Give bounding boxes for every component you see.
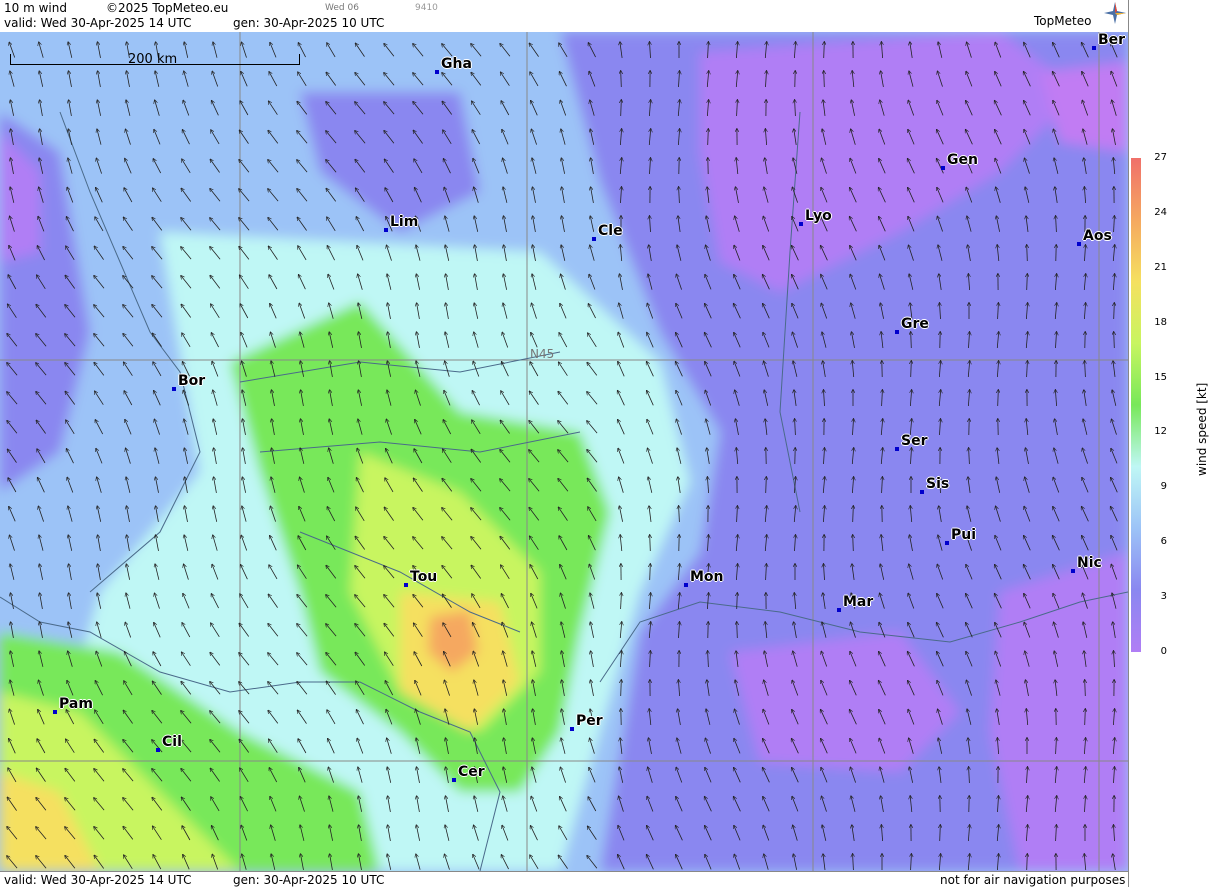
latitude-label: N45	[530, 347, 554, 361]
legend-panel: 27 24 21 18 15 12 9 6 3 0 wind speed [kt]	[1128, 0, 1219, 887]
city-dot-icon	[895, 447, 899, 451]
color-scale-bar	[1131, 158, 1141, 652]
city-label: Gen	[947, 152, 978, 168]
valid-time: valid: Wed 30-Apr-2025 14 UTC	[4, 16, 191, 30]
city-label: Ber	[1098, 32, 1125, 48]
city-label: Cle	[598, 223, 623, 239]
city-dot-icon	[156, 748, 160, 752]
city-dot-icon	[1077, 242, 1081, 246]
legend-tick-label: 24	[1141, 207, 1167, 218]
city-dot-icon	[895, 330, 899, 334]
legend-tick-label: 27	[1141, 152, 1167, 163]
city-label: Aos	[1083, 228, 1112, 244]
city-dot-icon	[941, 166, 945, 170]
copyright: ©2025 TopMeteo.eu	[106, 1, 228, 15]
city-label: Gre	[901, 316, 929, 332]
city-label: Ser	[901, 433, 927, 449]
compass-logo-icon	[1104, 2, 1126, 24]
city-dot-icon	[435, 70, 439, 74]
city-label: Gha	[441, 56, 472, 72]
city-dot-icon	[384, 228, 388, 232]
city-dot-icon	[1092, 46, 1096, 50]
city-label: Nic	[1077, 555, 1102, 571]
city-label: Sis	[926, 476, 949, 492]
city-dot-icon	[920, 490, 924, 494]
legend-unit: wind speed [kt]	[1195, 383, 1209, 476]
legend-tick-label: 6	[1141, 536, 1167, 547]
city-label: Bor	[178, 373, 205, 389]
city-label: Tou	[410, 569, 437, 585]
city-dot-icon	[592, 237, 596, 241]
footer-gen: gen: 30-Apr-2025 10 UTC	[233, 873, 384, 887]
legend-tick-label: 12	[1141, 426, 1167, 437]
day-tab: Wed 06	[325, 3, 359, 13]
city-label: Pui	[951, 527, 976, 543]
footer-valid: valid: Wed 30-Apr-2025 14 UTC	[4, 873, 191, 887]
legend-tick-label: 21	[1141, 262, 1167, 273]
legend-tick-label: 0	[1141, 646, 1167, 657]
city-label: Mar	[843, 594, 873, 610]
map-header: 10 m wind ©2025 TopMeteo.eu Wed 06 9410 …	[0, 0, 1128, 33]
city-label: Cer	[458, 764, 485, 780]
city-dot-icon	[452, 778, 456, 782]
city-label: Per	[576, 713, 603, 729]
city-dot-icon	[799, 222, 803, 226]
wind-map[interactable]: 200 km N45 Ber Gha Gen Lim Cle Lyo Aos G…	[0, 32, 1128, 871]
legend-tick-label: 15	[1141, 372, 1167, 383]
gen-time: gen: 30-Apr-2025 10 UTC	[233, 16, 384, 30]
legend-tick-label: 18	[1141, 317, 1167, 328]
city-label: Mon	[690, 569, 724, 585]
city-dot-icon	[684, 583, 688, 587]
city-dot-icon	[1071, 569, 1075, 573]
code-label: 9410	[415, 3, 438, 13]
footer-note: not for air navigation purposes	[940, 873, 1125, 887]
city-dot-icon	[837, 608, 841, 612]
legend-tick-label: 3	[1141, 591, 1167, 602]
city-dot-icon	[945, 541, 949, 545]
city-dot-icon	[404, 583, 408, 587]
city-dot-icon	[570, 727, 574, 731]
city-label: Lim	[390, 214, 418, 230]
scale-label: 200 km	[128, 52, 177, 67]
legend-tick-label: 9	[1141, 481, 1167, 492]
topmeteo-logo: TopMeteo	[1034, 14, 1091, 28]
city-label: Cil	[162, 734, 182, 750]
city-dot-icon	[53, 710, 57, 714]
product-title: 10 m wind	[4, 1, 67, 15]
city-label: Pam	[59, 696, 93, 712]
map-footer: valid: Wed 30-Apr-2025 14 UTC gen: 30-Ap…	[0, 871, 1128, 888]
city-dot-icon	[172, 387, 176, 391]
city-label: Lyo	[805, 208, 832, 224]
